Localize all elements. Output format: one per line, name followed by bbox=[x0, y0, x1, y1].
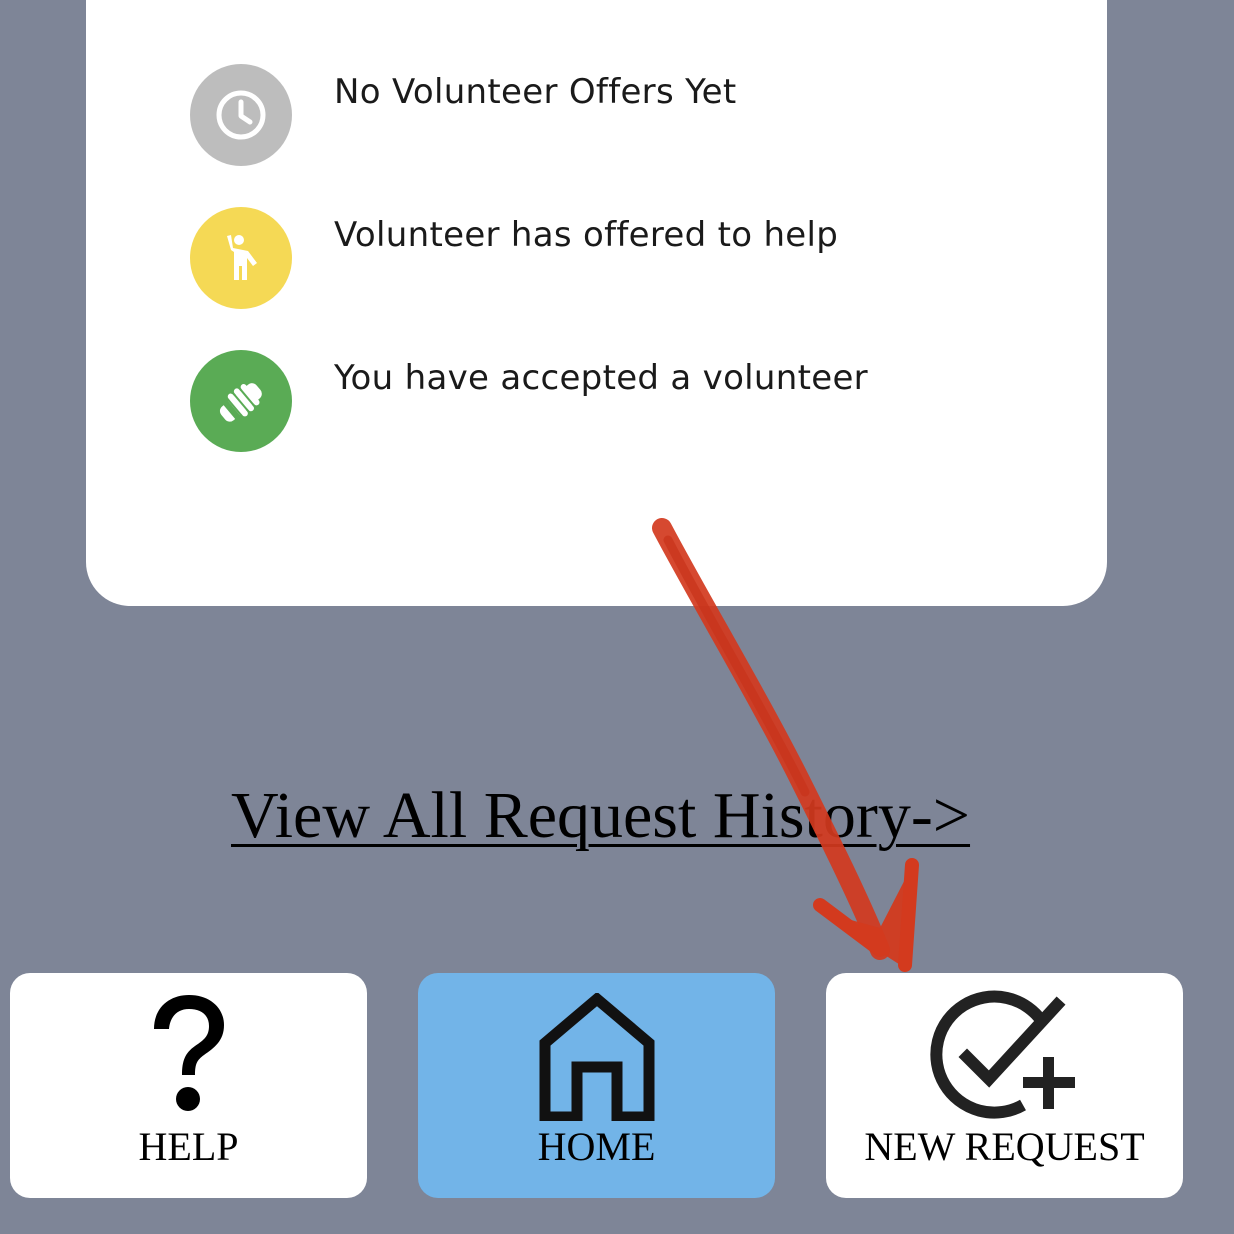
view-request-history-link[interactable]: View All Request History-> bbox=[231, 778, 970, 854]
screen: No Volunteer Offers Yet Volunteer has of… bbox=[0, 0, 1234, 1234]
status-legend-card: No Volunteer Offers Yet Volunteer has of… bbox=[86, 0, 1107, 606]
legend-label-volunteer-accepted: You have accepted a volunteer bbox=[334, 358, 868, 398]
clock-icon bbox=[190, 64, 292, 166]
new-request-button-label: NEW REQUEST bbox=[864, 1124, 1145, 1169]
legend-item-no-offers: No Volunteer Offers Yet bbox=[190, 64, 1070, 166]
legend-item-volunteer-offered: Volunteer has offered to help bbox=[190, 207, 1070, 309]
home-icon bbox=[539, 991, 655, 1126]
help-button[interactable]: HELP bbox=[10, 973, 367, 1198]
check-circle-plus-icon bbox=[925, 987, 1085, 1126]
legend-label-no-offers: No Volunteer Offers Yet bbox=[334, 72, 737, 112]
legend-item-volunteer-accepted: You have accepted a volunteer bbox=[190, 350, 1070, 452]
home-button-label: HOME bbox=[537, 1124, 656, 1169]
volunteer-waving-icon bbox=[190, 207, 292, 309]
home-button[interactable]: HOME bbox=[418, 973, 775, 1198]
handshake-icon bbox=[190, 350, 292, 452]
question-mark-icon bbox=[144, 991, 234, 1124]
new-request-button[interactable]: NEW REQUEST bbox=[826, 973, 1183, 1198]
help-button-label: HELP bbox=[138, 1124, 239, 1169]
legend-label-volunteer-offered: Volunteer has offered to help bbox=[334, 215, 839, 255]
